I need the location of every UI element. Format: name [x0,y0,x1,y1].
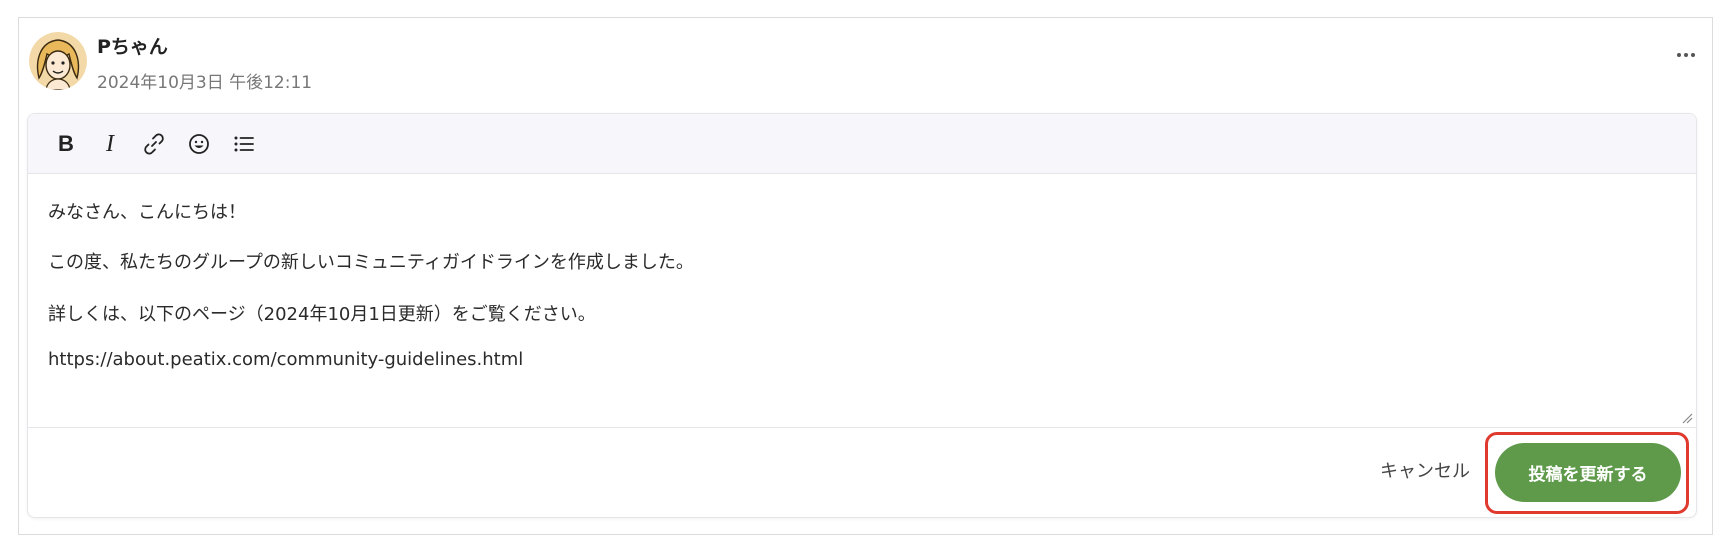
emoji-button[interactable] [183,128,215,160]
link-button[interactable] [138,128,170,160]
post-editor: B I みなさん、こんにちは！ この度、私たちのグループの新しいコミュニティガイ… [27,113,1697,518]
post-card: Pちゃん 2024年10月3日 午後12:11 B I みなさん、こんにちは！ … [18,17,1713,535]
more-options-icon[interactable] [1672,42,1700,68]
dot [1677,53,1681,57]
bulleted-list-icon [234,136,254,152]
body-paragraph: この度、私たちのグループの新しいコミュニティガイドラインを作成しました。 [48,252,694,273]
body-link[interactable]: https://about.peatix.com/community-guide… [48,349,523,370]
italic-button[interactable]: I [94,128,126,160]
update-post-button[interactable]: 投稿を更新する [1495,443,1681,502]
dot [1691,53,1695,57]
avatar-illustration-icon [29,32,87,90]
formatting-toolbar: B I [28,114,1696,174]
link-icon [144,133,164,155]
post-timestamp: 2024年10月3日 午後12:11 [97,73,313,93]
cancel-button[interactable]: キャンセル [1380,457,1470,483]
emoji-icon [189,134,209,154]
body-paragraph: 詳しくは、以下のページ（2024年10月1日更新）をご覧ください。 [48,304,596,325]
dot [1684,53,1688,57]
body-paragraph: みなさん、こんにちは！ [48,202,246,223]
avatar [29,32,87,90]
post-body-textarea[interactable]: みなさん、こんにちは！ この度、私たちのグループの新しいコミュニティガイドライン… [28,174,1696,428]
bulleted-list-button[interactable] [228,128,260,160]
resize-handle-icon[interactable] [1681,412,1693,424]
bold-button[interactable]: B [50,128,82,160]
author-name[interactable]: Pちゃん [97,32,168,59]
